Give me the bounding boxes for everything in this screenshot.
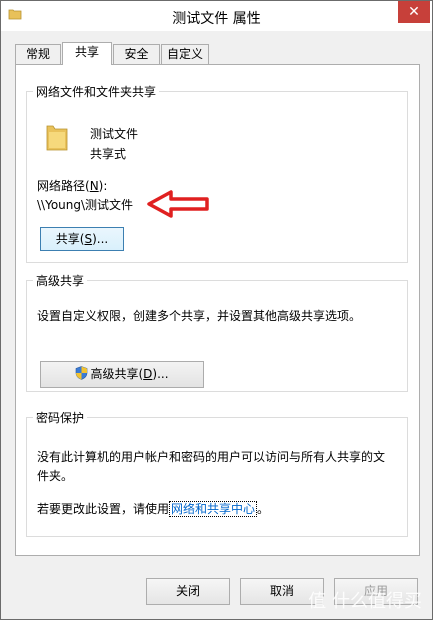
folder-name: 测试文件 bbox=[90, 127, 139, 141]
title-bar: 测试文件 属性 ✕ bbox=[1, 1, 432, 31]
advanced-sharing-legend: 高级共享 bbox=[36, 274, 85, 288]
shield-icon bbox=[76, 366, 88, 380]
watermark-text: 值 什么值得买 bbox=[308, 591, 422, 612]
advanced-sharing-button[interactable]: 高级共享(D)... bbox=[40, 361, 204, 388]
tab-sharing[interactable]: 共享 bbox=[62, 42, 112, 65]
password-protection-description: 没有此计算机的用户帐户和密码的用户可以访问与所有人共享的文 件夹。 bbox=[37, 450, 386, 483]
share-button[interactable]: 共享(S)... bbox=[40, 227, 124, 251]
red-arrow-annotation bbox=[147, 190, 209, 218]
password-protection-group: 密码保护 没有此计算机的用户帐户和密码的用户可以访问与所有人共享的文 件夹。 若… bbox=[26, 409, 408, 537]
close-window-button[interactable]: ✕ bbox=[398, 1, 430, 23]
change-setting-text: 若要更改此设置，请使用 网络和共享中心。 bbox=[37, 501, 270, 517]
network-path-value: \\Young\测试文件 bbox=[37, 198, 134, 212]
shared-folder-icon bbox=[46, 125, 68, 151]
tab-panel: 网络文件和文件夹共享 测试文件 共享式 网络路径(N): \\Young\测试文… bbox=[15, 64, 420, 556]
advanced-sharing-description: 设置自定义权限，创建多个共享，并设置其他高级共享选项。 bbox=[37, 309, 362, 323]
tab-customize[interactable]: 自定义 bbox=[161, 44, 209, 64]
network-sharing-legend: 网络文件和文件夹共享 bbox=[36, 85, 157, 99]
properties-window: 测试文件 属性 ✕ 常规 共享 安全 自定义 网络文件和文件夹共享 测试文件 共… bbox=[0, 0, 433, 620]
network-sharing-center-link[interactable]: 网络和共享中心 bbox=[169, 501, 258, 517]
share-state: 共享式 bbox=[90, 147, 127, 161]
network-path-label: 网络路径(N): bbox=[37, 179, 108, 193]
password-protection-legend: 密码保护 bbox=[36, 411, 85, 425]
window-title: 测试文件 属性 bbox=[172, 11, 261, 27]
network-sharing-group: 网络文件和文件夹共享 测试文件 共享式 网络路径(N): \\Young\测试文… bbox=[26, 83, 408, 263]
advanced-sharing-group: 高级共享 设置自定义权限，创建多个共享，并设置其他高级共享选项。 高级共享(D)… bbox=[26, 272, 408, 392]
close-button[interactable]: 关闭 bbox=[146, 578, 230, 605]
tab-security[interactable]: 安全 bbox=[113, 44, 160, 64]
tab-general[interactable]: 常规 bbox=[15, 44, 61, 64]
